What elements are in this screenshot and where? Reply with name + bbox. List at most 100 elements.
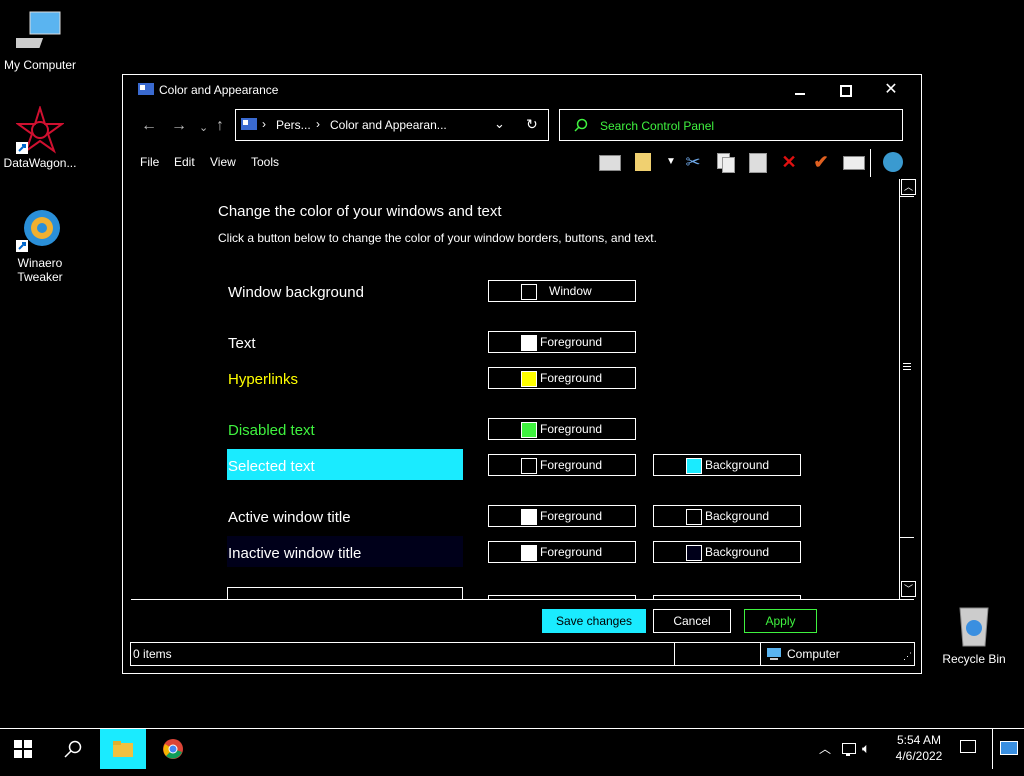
show-desktop-button[interactable] — [998, 739, 1018, 757]
checkmark-icon[interactable]: ✔ — [809, 151, 833, 173]
inactive-title-background-button[interactable]: Background — [653, 541, 801, 563]
clock[interactable]: 5:54 AM 4/6/2022 — [886, 732, 952, 764]
disabled-text-foreground-button[interactable]: Foreground — [488, 418, 636, 440]
breadcrumb-personalization[interactable]: Pers... — [276, 118, 311, 132]
start-button[interactable] — [0, 729, 46, 769]
control-panel-icon — [138, 83, 154, 95]
color-swatch — [521, 422, 537, 438]
close-button[interactable]: ✕ — [869, 79, 913, 101]
minimize-icon — [795, 93, 805, 95]
desktop-icon-datawagon[interactable]: DataWagon... — [0, 104, 80, 170]
button-label: Window — [549, 284, 592, 298]
properties-icon[interactable] — [633, 151, 657, 173]
active-title-background-button[interactable]: Background — [653, 505, 801, 527]
breadcrumb-color-and-appearance[interactable]: Color and Appearan... — [330, 118, 447, 132]
color-swatch — [686, 545, 702, 561]
desktop-icon-label: Winaero Tweaker — [17, 256, 63, 284]
up-button[interactable]: ↑ — [216, 117, 224, 135]
menu-file[interactable]: File — [140, 155, 159, 169]
button-label: Foreground — [540, 509, 603, 523]
label-active-window-title: Active window title — [228, 509, 351, 526]
control-panel-icon — [241, 118, 257, 130]
taskbar-divider — [992, 729, 993, 769]
back-button[interactable]: ← — [141, 117, 157, 135]
apply-button[interactable]: Apply — [744, 609, 817, 633]
copy-icon[interactable] — [713, 151, 737, 173]
hyperlinks-foreground-button[interactable]: Foreground — [488, 367, 636, 389]
desktop-icon-winaero-tweaker[interactable]: Winaero Tweaker — [0, 206, 80, 284]
menu-view[interactable]: View — [210, 155, 236, 169]
label-selected-text: Selected text — [228, 458, 315, 475]
chevron-down-icon: ⌄ — [199, 122, 209, 134]
active-title-foreground-button[interactable]: Foreground — [488, 505, 636, 527]
minimize-button[interactable] — [777, 79, 821, 101]
color-swatch — [521, 371, 537, 387]
search-box[interactable]: Search Control Panel — [559, 109, 903, 141]
address-dropdown-icon[interactable]: ⌄ — [494, 116, 505, 132]
menu-tools[interactable]: Tools — [251, 155, 279, 169]
file-explorer-taskbar-button[interactable] — [100, 729, 146, 769]
scroll-down-button[interactable]: ﹀ — [901, 581, 916, 597]
forward-button[interactable]: → — [171, 117, 187, 135]
window-title: Color and Appearance — [159, 83, 279, 97]
globe-icon[interactable] — [881, 151, 905, 173]
button-label: Foreground — [540, 335, 603, 349]
desktop-icon-label: DataWagon... — [3, 156, 77, 170]
dropdown-arrow-icon[interactable]: ▼ — [659, 151, 683, 173]
page-subheading: Click a button below to change the color… — [218, 231, 657, 245]
arrow-left-icon: ← — [141, 117, 157, 134]
title-bar[interactable]: Color and Appearance ✕ — [123, 75, 921, 105]
button-label: Foreground — [540, 545, 603, 559]
color-swatch — [521, 509, 537, 525]
cut-icon[interactable]: ✂ — [681, 151, 705, 173]
show-hidden-icons-button[interactable]: ︿ — [812, 729, 838, 769]
text-foreground-button[interactable]: Foreground — [488, 331, 636, 353]
save-changes-button[interactable]: Save changes — [542, 609, 646, 633]
notifications-icon[interactable] — [958, 739, 978, 757]
label-window-background: Window background — [228, 284, 364, 301]
refresh-icon[interactable]: ↻ — [526, 116, 538, 133]
clock-date: 4/6/2022 — [895, 749, 943, 763]
maximize-button[interactable] — [823, 79, 867, 101]
desktop-icon-recycle-bin[interactable]: Recycle Bin — [934, 602, 1014, 666]
cancel-button[interactable]: Cancel — [653, 609, 731, 633]
preview-pane-icon[interactable] — [597, 151, 621, 173]
button-label: Foreground — [540, 422, 603, 436]
rename-icon[interactable] — [841, 151, 865, 173]
search-button[interactable] — [50, 729, 96, 769]
selected-text-background-button[interactable]: Background — [653, 454, 801, 476]
delete-icon[interactable]: ✕ — [777, 151, 801, 173]
volume-icon[interactable]: 🔈︎ — [862, 740, 870, 757]
status-location: Computer — [787, 647, 840, 661]
maximize-icon — [840, 85, 852, 97]
toolbar-separator — [870, 149, 871, 177]
chrome-icon — [163, 739, 183, 759]
arrow-up-icon: ↑ — [216, 117, 224, 134]
chrome-taskbar-button[interactable] — [150, 729, 196, 769]
taskbar: ︿ 🔈︎ 5:54 AM 4/6/2022 — [0, 728, 1024, 769]
network-icon[interactable] — [840, 741, 858, 757]
label-text: Text — [228, 335, 256, 352]
color-swatch — [521, 458, 537, 474]
desktop-icon-my-computer[interactable]: My Computer — [0, 8, 80, 72]
status-divider — [674, 643, 675, 665]
scroll-up-button[interactable]: ︿ — [901, 179, 916, 195]
selected-text-foreground-button[interactable]: Foreground — [488, 454, 636, 476]
button-label: Foreground — [540, 371, 603, 385]
recent-locations-button[interactable]: ⌄ — [199, 121, 208, 134]
color-swatch — [521, 284, 537, 300]
status-divider — [760, 643, 761, 665]
menu-edit[interactable]: Edit — [174, 155, 195, 169]
button-label: Background — [705, 545, 770, 559]
inactive-title-foreground-button[interactable]: Foreground — [488, 541, 636, 563]
label-inactive-window-title: Inactive window title — [228, 545, 362, 562]
search-input[interactable]: Search Control Panel — [600, 119, 714, 133]
scroll-thumb[interactable] — [900, 196, 914, 538]
status-item-count: 0 items — [133, 647, 172, 661]
address-bar[interactable]: › Pers... › Color and Appearan... ⌄ ↻ — [235, 109, 549, 141]
window-color-button[interactable]: Window — [488, 280, 636, 302]
arrow-right-icon: → — [171, 117, 187, 134]
vertical-scrollbar[interactable]: ︿ ﹀ — [899, 179, 916, 599]
paste-icon[interactable] — [745, 151, 769, 173]
resize-grip-icon[interactable]: ⋰ — [903, 651, 912, 662]
